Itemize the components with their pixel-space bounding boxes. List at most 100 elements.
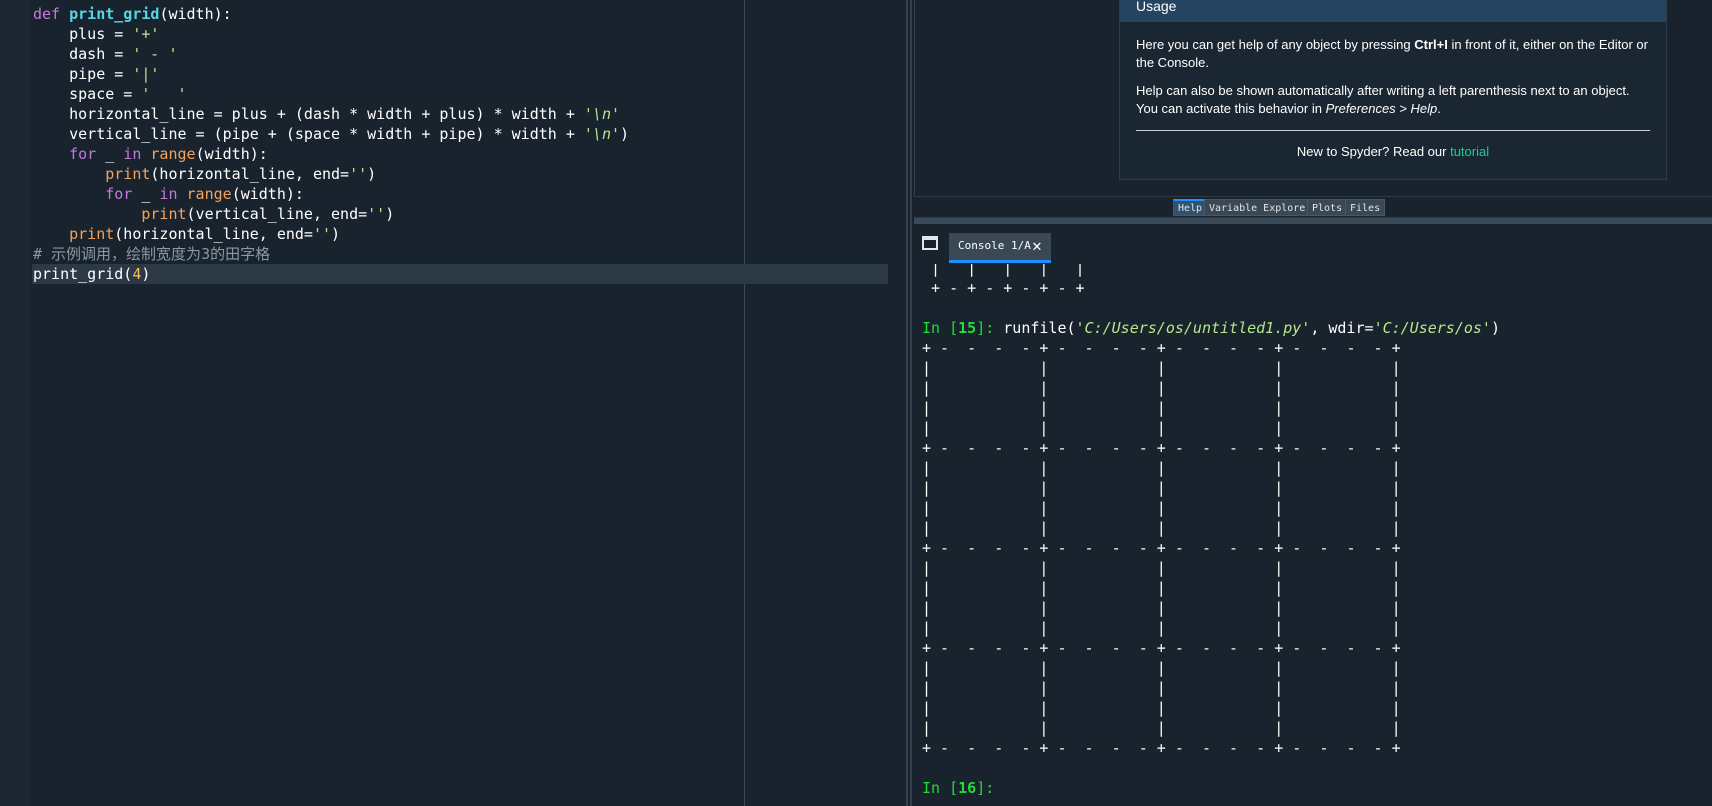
- console-text: | | | | |: [922, 419, 1401, 437]
- console-text: | | | | |: [922, 519, 1401, 537]
- code-token: vertical_line = (pipe + (space * width +…: [33, 125, 584, 143]
- code-token: '': [349, 165, 368, 183]
- code-token: ' - ': [132, 45, 178, 63]
- code-line[interactable]: print(horizontal_line, end=''): [33, 224, 888, 244]
- tutorial-link[interactable]: tutorial: [1450, 144, 1489, 159]
- grid-row-line: | | | | |: [922, 578, 1500, 598]
- code-line[interactable]: print(vertical_line, end=''): [33, 204, 888, 224]
- console-text: | | | | |: [922, 699, 1401, 717]
- code-line[interactable]: print_grid(4): [32, 264, 888, 284]
- code-line[interactable]: # 示例调用，绘制宽度为3的田字格: [33, 244, 888, 264]
- console-text: | | | | |: [922, 499, 1401, 517]
- code-token: dash =: [33, 45, 133, 63]
- usage-divider: [1136, 130, 1650, 131]
- tab-files[interactable]: Files: [1345, 199, 1386, 216]
- prompt-label: ]:: [976, 779, 1004, 797]
- code-line[interactable]: vertical_line = (pipe + (space * width +…: [33, 124, 888, 144]
- code-token: '\n': [583, 105, 621, 123]
- code-token: '|': [132, 65, 160, 83]
- console-text: | | | | |: [922, 599, 1401, 617]
- code-line[interactable]: def print_grid(width):: [33, 4, 888, 24]
- code-token: '': [367, 205, 386, 223]
- code-editor[interactable]: def print_grid(width): plus = '+' dash =…: [0, 0, 898, 806]
- code-token: pipe =: [33, 65, 133, 83]
- console-string: 'C:/Users/os/untitled1.py': [1075, 319, 1311, 337]
- ipython-console[interactable]: | | | | | + - + - + - + - + In [15]: runf…: [914, 264, 1712, 806]
- window-icon[interactable]: [922, 236, 938, 250]
- code-token: range: [150, 145, 196, 163]
- code-line[interactable]: dash = ' - ': [33, 44, 888, 64]
- code-line[interactable]: for _ in range(width):: [33, 184, 888, 204]
- shortcut-text: Ctrl+I: [1414, 37, 1448, 52]
- grid-border-line: + - - - - + - - - - + - - - - + - - - - …: [922, 538, 1500, 558]
- grid-row-line: | | | | |: [922, 618, 1500, 638]
- code-token: _: [96, 145, 124, 163]
- grid-row-line: | | | | |: [922, 378, 1500, 398]
- prompt-number: 16: [958, 779, 977, 797]
- console-text: ): [1490, 319, 1500, 337]
- console-text: + - - - - + - - - - + - - - - + - - - - …: [922, 639, 1401, 657]
- grid-row-line: | | | | |: [922, 518, 1500, 538]
- code-line[interactable]: print(horizontal_line, end=''): [33, 164, 888, 184]
- grid-border-line: + - - - - + - - - - + - - - - + - - - - …: [922, 438, 1500, 458]
- pane-splitter[interactable]: [898, 0, 914, 806]
- prompt-label: ]:: [976, 319, 1004, 337]
- grid-border-line: + - - - - + - - - - + - - - - + - - - - …: [922, 338, 1500, 358]
- console-text: | | | | |: [922, 359, 1401, 377]
- usage-body: Here you can get help of any object by p…: [1120, 22, 1666, 161]
- code-line[interactable]: for _ in range(width):: [33, 144, 888, 164]
- code-token: space =: [33, 85, 142, 103]
- code-token: # 示例调用，绘制宽度为3的田字格: [33, 245, 271, 263]
- tab-help[interactable]: Help: [1173, 199, 1208, 216]
- usage-text: .: [1437, 101, 1441, 116]
- code-line[interactable]: horizontal_line = plus + (dash * width +…: [33, 104, 888, 124]
- tab-console[interactable]: Console 1/A ✕: [949, 233, 1051, 263]
- console-text: runfile(: [1003, 319, 1076, 337]
- code-token: _: [132, 185, 160, 203]
- usage-paragraph-2: Help can also be shown automatically aft…: [1136, 82, 1650, 118]
- grid-row-line: | | | | |: [922, 698, 1500, 718]
- code-area[interactable]: def print_grid(width): plus = '+' dash =…: [32, 4, 888, 284]
- tab-plots[interactable]: Plots: [1307, 199, 1348, 216]
- grid-row-line: | | | | |: [922, 418, 1500, 438]
- console-text: , wdir=: [1310, 319, 1374, 337]
- console-text: | | | | |: [922, 379, 1401, 397]
- code-line[interactable]: pipe = '|': [33, 64, 888, 84]
- code-token: (width):: [195, 145, 268, 163]
- grid-row-line: | | | | |: [922, 718, 1500, 738]
- code-line[interactable]: space = ' ': [33, 84, 888, 104]
- grid-row-line: | | | | |: [922, 658, 1500, 678]
- usage-card: Usage Here you can get help of any objec…: [1119, 0, 1667, 180]
- code-token: print_grid(: [33, 265, 133, 283]
- console-text: + - - - - + - - - - + - - - - + - - - - …: [922, 439, 1401, 457]
- input-line: In [15]: runfile('C:/Users/os/untitled1.…: [922, 318, 1500, 338]
- grid-row-line: | | | | |: [922, 458, 1500, 478]
- code-line[interactable]: plus = '+': [33, 24, 888, 44]
- code-token: print: [105, 165, 151, 183]
- tab-variable-explorer[interactable]: Variable Explorer: [1204, 199, 1317, 216]
- console-text: | | | | |: [922, 719, 1401, 737]
- code-token: (horizontal_line, end=: [114, 225, 313, 243]
- code-token: (width):: [231, 185, 304, 203]
- input-line: In [16]:: [922, 778, 1500, 798]
- editor-gutter: [0, 0, 30, 806]
- console-text: | | | | |: [922, 559, 1401, 577]
- grid-row-line: | | | | |: [922, 678, 1500, 698]
- grid-row-line: | | | | |: [922, 498, 1500, 518]
- console-text: + - - - - + - - - - + - - - - + - - - - …: [922, 739, 1401, 757]
- console-string: 'C:/Users/os': [1373, 319, 1491, 337]
- code-token: '\n': [583, 125, 621, 143]
- code-token: in: [123, 145, 142, 163]
- code-token: ): [385, 205, 395, 223]
- console-tab-label: Console 1/A: [958, 239, 1031, 252]
- close-icon[interactable]: ✕: [1029, 238, 1045, 254]
- code-token: '': [312, 225, 332, 243]
- code-token: def: [33, 5, 70, 23]
- console-text: | | | | |: [922, 679, 1401, 697]
- grid-border-line: + - - - - + - - - - + - - - - + - - - - …: [922, 638, 1500, 658]
